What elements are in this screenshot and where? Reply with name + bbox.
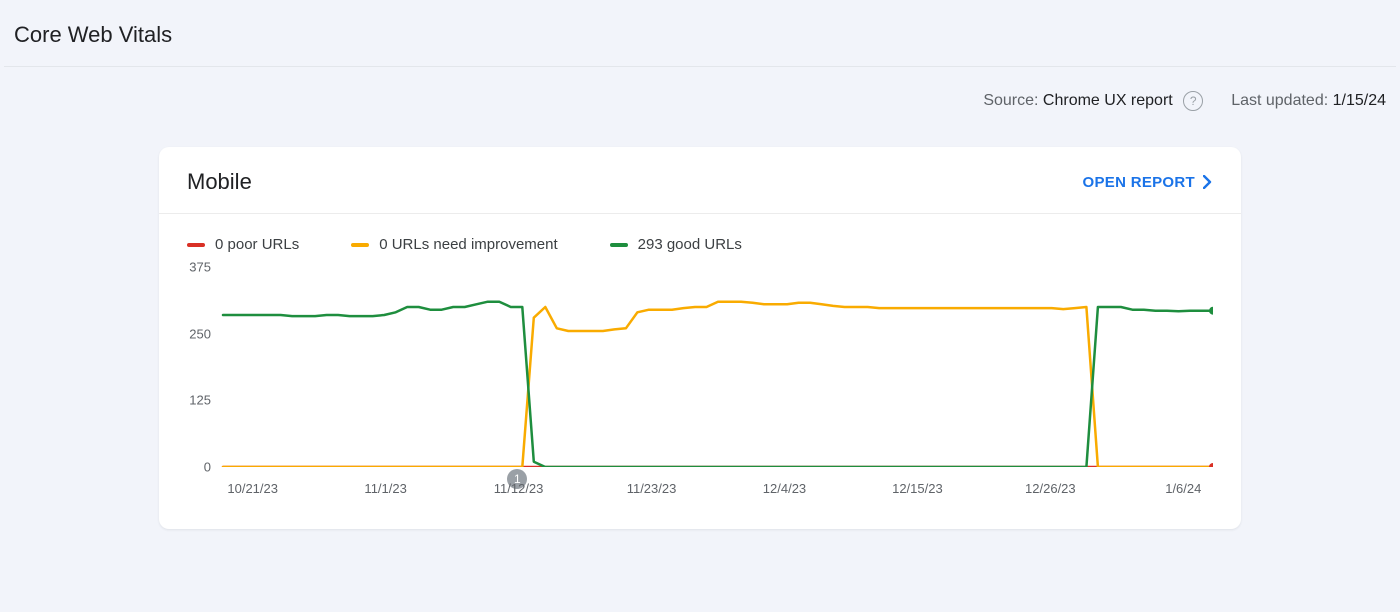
- x-axis-labels: 10/21/23 11/1/23 11/12/23 11/23/23 12/4/23 12…: [223, 481, 1213, 505]
- open-report-button[interactable]: OPEN REPORT: [1083, 174, 1213, 191]
- legend-swatch-needs: [351, 243, 369, 247]
- last-updated-label: Last updated:: [1231, 92, 1328, 109]
- last-updated-block: Last updated: 1/15/24: [1231, 92, 1386, 110]
- x-tick-label: 12/26/23: [1025, 481, 1076, 496]
- mobile-card: Mobile OPEN REPORT 0 poor URLs 0 URLs ne…: [159, 147, 1241, 529]
- legend-label-poor: 0 poor URLs: [215, 236, 299, 253]
- x-tick-label: 11/12/23: [494, 481, 544, 496]
- x-tick-label: 12/15/23: [892, 481, 943, 496]
- legend-swatch-poor: [187, 243, 205, 247]
- legend-item-poor: 0 poor URLs: [187, 236, 299, 253]
- end-dot-good: [1209, 307, 1213, 315]
- y-tick-label: 250: [189, 326, 211, 341]
- y-tick-label: 125: [189, 393, 211, 408]
- legend-item-needs: 0 URLs need improvement: [351, 236, 557, 253]
- chart-area: 0125250375 1 10/21/2311/1/2311/12/2311/2…: [159, 261, 1241, 529]
- open-report-label: OPEN REPORT: [1083, 174, 1195, 191]
- y-tick-label: 375: [189, 260, 211, 275]
- x-tick-label: 1/6/24: [1165, 481, 1201, 496]
- end-dot-poor: [1209, 463, 1213, 467]
- x-tick-label: 10/21/23: [227, 481, 278, 496]
- meta-row: Source: Chrome UX report ? Last updated:…: [0, 67, 1400, 111]
- legend-label-needs: 0 URLs need improvement: [379, 236, 557, 253]
- legend-label-good: 293 good URLs: [638, 236, 742, 253]
- x-tick-label: 12/4/23: [763, 481, 806, 496]
- help-icon[interactable]: ?: [1183, 91, 1203, 111]
- chart-legend: 0 poor URLs 0 URLs need improvement 293 …: [159, 214, 1241, 261]
- source-value: Chrome UX report: [1043, 92, 1173, 109]
- legend-item-good: 293 good URLs: [610, 236, 742, 253]
- last-updated-value: 1/15/24: [1333, 92, 1386, 109]
- source-label: Source:: [983, 92, 1038, 109]
- source-block: Source: Chrome UX report ?: [983, 91, 1203, 111]
- card-title: Mobile: [187, 169, 252, 195]
- chevron-right-icon: [1203, 175, 1213, 189]
- series-needs_improvement: [223, 302, 1213, 467]
- x-tick-label: 11/23/23: [627, 481, 677, 496]
- y-tick-label: 0: [204, 460, 211, 475]
- page-title: Core Web Vitals: [0, 0, 1400, 66]
- legend-swatch-good: [610, 243, 628, 247]
- x-tick-label: 11/1/23: [364, 481, 406, 496]
- card-header: Mobile OPEN REPORT: [159, 147, 1241, 214]
- series-good: [223, 302, 1213, 467]
- line-chart: [187, 267, 1213, 467]
